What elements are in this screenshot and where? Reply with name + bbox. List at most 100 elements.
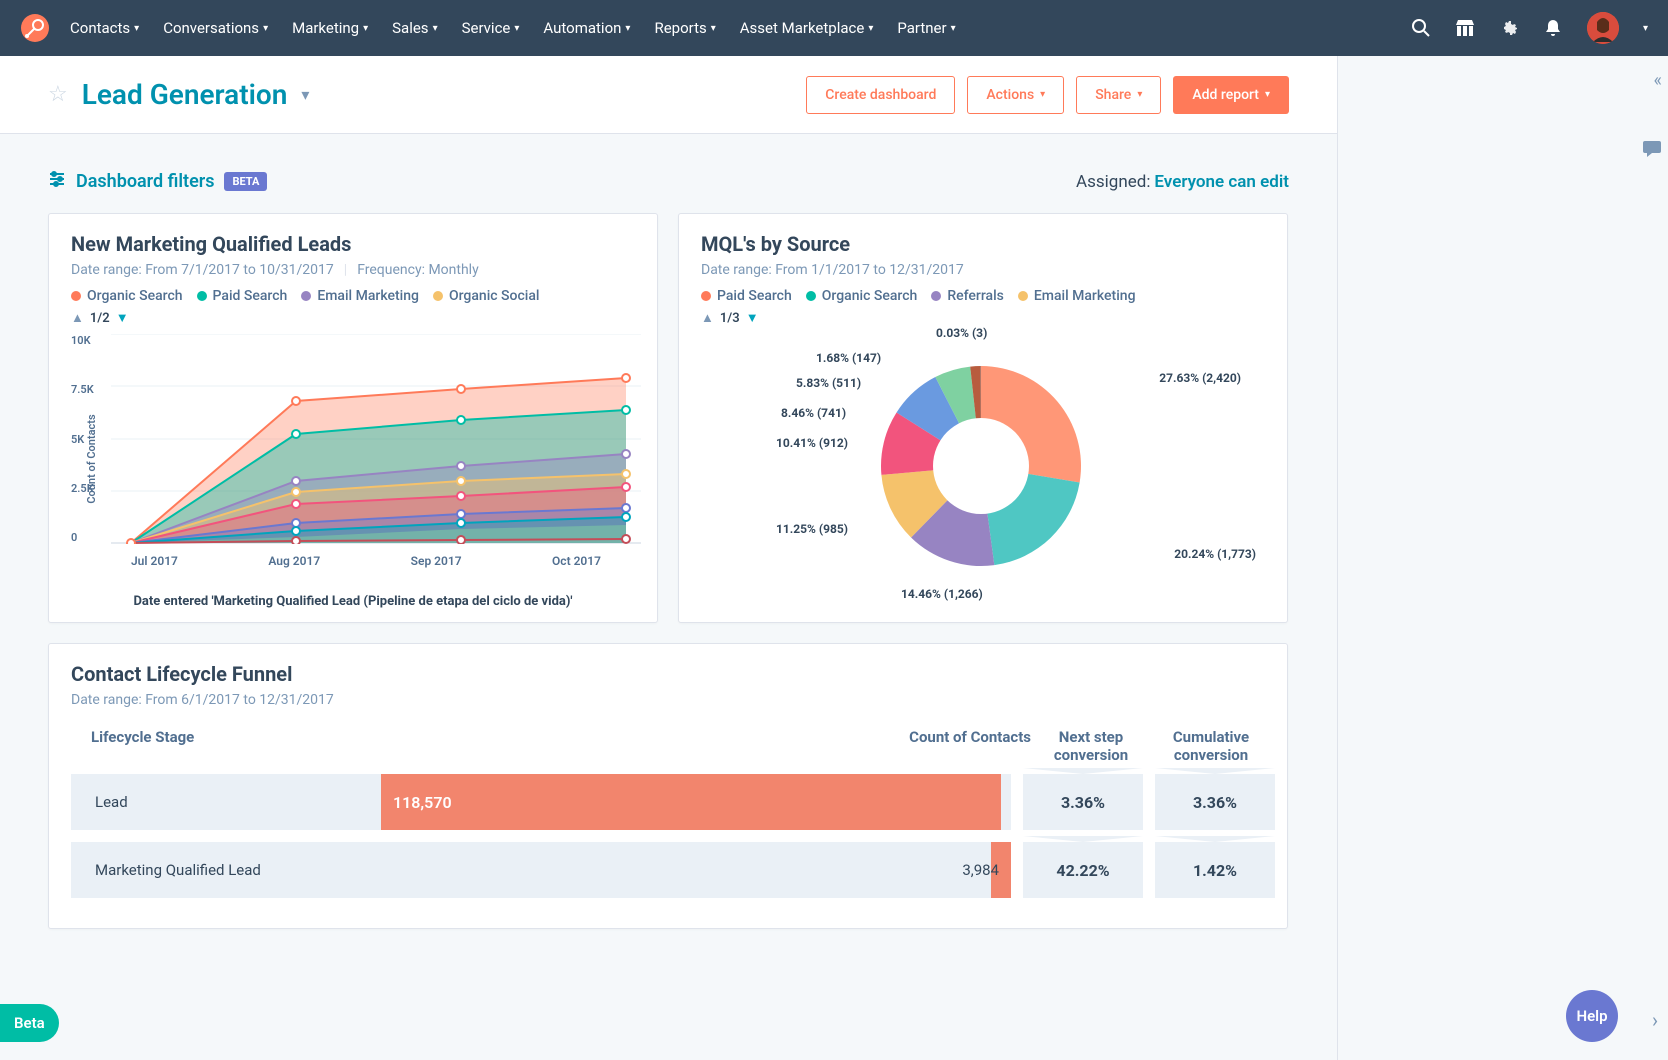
chevron-down-icon: ▾	[514, 23, 519, 34]
help-fab[interactable]: Help	[1566, 990, 1618, 1042]
donut-label: 8.46% (741)	[781, 406, 846, 420]
chevron-down-icon[interactable]: ▾	[301, 85, 309, 104]
funnel-row: Lead 118,570 3.36% 3.36%	[71, 774, 1265, 830]
legend: Paid Search Organic Search Referrals Ema…	[701, 288, 1265, 304]
assigned-label: Assigned:	[1076, 172, 1150, 192]
triangle-down-icon[interactable]: ▼	[116, 310, 129, 326]
cumulative-conversion: 1.42%	[1155, 842, 1275, 898]
assigned-area[interactable]: Assigned: Everyone can edit	[1076, 172, 1289, 192]
nav-reports[interactable]: Reports▾	[654, 19, 715, 37]
avatar[interactable]	[1587, 12, 1619, 44]
frequency: Frequency: Monthly	[357, 262, 479, 278]
legend-pager[interactable]: ▲ 1/2 ▼	[71, 310, 635, 326]
card-meta: Date range: From 1/1/2017 to 12/31/2017	[701, 262, 1265, 278]
nav-marketing[interactable]: Marketing▾	[292, 19, 368, 37]
donut-label: 0.03% (3)	[936, 326, 987, 340]
triangle-down-icon[interactable]: ▼	[746, 310, 759, 326]
chevron-down-icon[interactable]: ▾	[1643, 23, 1648, 34]
chevron-down-icon: ▾	[711, 23, 716, 34]
collapse-panel-icon[interactable]: «	[1654, 70, 1662, 91]
legend-item: Organic Social	[433, 288, 540, 304]
funnel-headers: Lifecycle Stage Count of Contacts Next s…	[71, 718, 1265, 774]
bell-icon[interactable]	[1543, 18, 1563, 38]
funnel-bar: 118,570	[381, 774, 1001, 830]
gear-icon[interactable]	[1499, 18, 1519, 38]
chevron-down-icon: ▾	[363, 23, 368, 34]
nav-conversations[interactable]: Conversations▾	[163, 19, 268, 37]
actions-button[interactable]: Actions▾	[967, 76, 1064, 114]
chevron-right-icon[interactable]: ›	[1652, 1008, 1658, 1032]
date-range: Date range: From 7/1/2017 to 10/31/2017	[71, 262, 334, 278]
assigned-value: Everyone can edit	[1154, 172, 1289, 192]
share-button[interactable]: Share▾	[1076, 76, 1161, 114]
card-new-mqls: New Marketing Qualified Leads Date range…	[48, 213, 658, 623]
legend-item: Paid Search	[701, 288, 792, 304]
hubspot-logo-icon[interactable]	[20, 13, 50, 43]
chevron-down-icon: ▾	[868, 23, 873, 34]
nav-service[interactable]: Service▾	[462, 19, 520, 37]
filter-icon	[48, 170, 66, 193]
triangle-up-icon[interactable]: ▲	[701, 310, 714, 326]
beta-fab[interactable]: Beta	[0, 1004, 59, 1042]
card-lifecycle-funnel: Contact Lifecycle Funnel Date range: Fro…	[48, 643, 1288, 929]
main-content: ☆ Lead Generation ▾ Create dashboard Act…	[0, 56, 1338, 1060]
funnel-bar-wrap: Lead 118,570	[71, 774, 1011, 830]
donut-label: 20.24% (1,773)	[1174, 547, 1256, 561]
marketplace-icon[interactable]	[1455, 18, 1475, 38]
nav-automation[interactable]: Automation▾	[543, 19, 630, 37]
legend-item: Paid Search	[197, 288, 288, 304]
x-axis-label: Date entered 'Marketing Qualified Lead (…	[71, 594, 635, 609]
area-chart-svg	[111, 334, 641, 544]
col-cum: Cumulative conversion	[1151, 728, 1271, 764]
card-meta: Date range: From 6/1/2017 to 12/31/2017	[71, 692, 1265, 708]
legend-item: Email Marketing	[301, 288, 419, 304]
col-stage: Lifecycle Stage	[91, 728, 891, 764]
donut-label: 1.68% (147)	[816, 351, 881, 365]
legend-pager[interactable]: ▲ 1/3 ▼	[701, 310, 1265, 326]
col-next: Next step conversion	[1031, 728, 1151, 764]
content: Dashboard filters BETA Assigned: Everyon…	[0, 134, 1337, 965]
area-chart: 10K7.5K5K2.5K0 Count of Contacts	[71, 334, 631, 584]
funnel-bar-wrap: Marketing Qualified Lead 3,984	[71, 842, 1011, 898]
legend: Organic Search Paid Search Email Marketi…	[71, 288, 635, 304]
page-title: Lead Generation	[82, 78, 288, 111]
legend-item: Organic Search	[806, 288, 918, 304]
top-nav: Contacts▾ Conversations▾ Marketing▾ Sale…	[0, 0, 1668, 56]
date-range: Date range: From 6/1/2017 to 12/31/2017	[71, 692, 334, 708]
donut-svg	[876, 361, 1086, 571]
donut-chart: 27.63% (2,420) 20.24% (1,773) 14.46% (1,…	[701, 326, 1261, 606]
funnel-rows: Lead 118,570 3.36% 3.36% Marketing Quali…	[71, 774, 1265, 898]
funnel-stage: Marketing Qualified Lead	[95, 861, 261, 879]
filters-left[interactable]: Dashboard filters BETA	[48, 170, 267, 193]
legend-item: Email Marketing	[1018, 288, 1136, 304]
funnel-row: Marketing Qualified Lead 3,984 42.22% 1.…	[71, 842, 1265, 898]
chevron-down-icon: ▾	[433, 23, 438, 34]
nav-sales[interactable]: Sales▾	[392, 19, 437, 37]
donut-label: 14.46% (1,266)	[901, 587, 983, 601]
col-count: Count of Contacts	[891, 728, 1031, 764]
date-range: Date range: From 1/1/2017 to 12/31/2017	[701, 262, 964, 278]
filters-label: Dashboard filters	[76, 171, 214, 192]
nav-partner[interactable]: Partner▾	[897, 19, 955, 37]
card-mqls-by-source: MQL's by Source Date range: From 1/1/201…	[678, 213, 1288, 623]
triangle-up-icon[interactable]: ▲	[71, 310, 84, 326]
add-report-button[interactable]: Add report▾	[1173, 76, 1289, 114]
y-axis-label: Count of Contacts	[85, 414, 98, 503]
card-title: Contact Lifecycle Funnel	[71, 662, 1265, 686]
donut-label: 10.41% (912)	[776, 436, 848, 450]
beta-badge: BETA	[224, 172, 267, 191]
donut-label: 27.63% (2,420)	[1159, 371, 1241, 385]
search-icon[interactable]	[1411, 18, 1431, 38]
comment-icon[interactable]	[1642, 140, 1662, 163]
card-title: MQL's by Source	[701, 232, 1265, 256]
cards-row: New Marketing Qualified Leads Date range…	[48, 213, 1289, 623]
nav-items: Contacts▾ Conversations▾ Marketing▾ Sale…	[70, 19, 1411, 37]
card-title: New Marketing Qualified Leads	[71, 232, 635, 256]
donut-label: 11.25% (985)	[776, 522, 848, 536]
create-dashboard-button[interactable]: Create dashboard	[806, 76, 955, 114]
card-meta: Date range: From 7/1/2017 to 10/31/2017 …	[71, 262, 635, 278]
star-icon[interactable]: ☆	[48, 82, 68, 107]
nav-contacts[interactable]: Contacts▾	[70, 19, 139, 37]
nav-asset-marketplace[interactable]: Asset Marketplace▾	[740, 19, 874, 37]
cumulative-conversion: 3.36%	[1155, 774, 1275, 830]
